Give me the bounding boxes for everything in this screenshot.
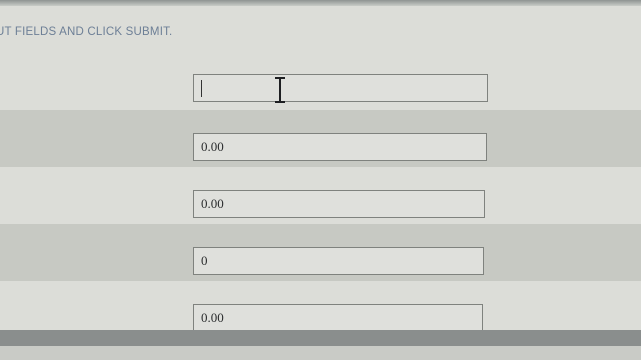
- input-field-3[interactable]: [193, 190, 485, 218]
- form-page: UT FIELDS AND CLICK SUBMIT.: [0, 0, 641, 360]
- input-field-1[interactable]: [193, 74, 488, 102]
- bottom-bar: [0, 330, 641, 346]
- input-field-4[interactable]: [193, 247, 484, 275]
- instruction-text: UT FIELDS AND CLICK SUBMIT.: [0, 26, 173, 38]
- input-field-2[interactable]: [193, 133, 487, 161]
- input-field-5[interactable]: [193, 304, 483, 332]
- text-ibeam-cursor-icon: [275, 77, 285, 103]
- text-caret: [201, 80, 202, 97]
- bottom-strip: [0, 346, 641, 360]
